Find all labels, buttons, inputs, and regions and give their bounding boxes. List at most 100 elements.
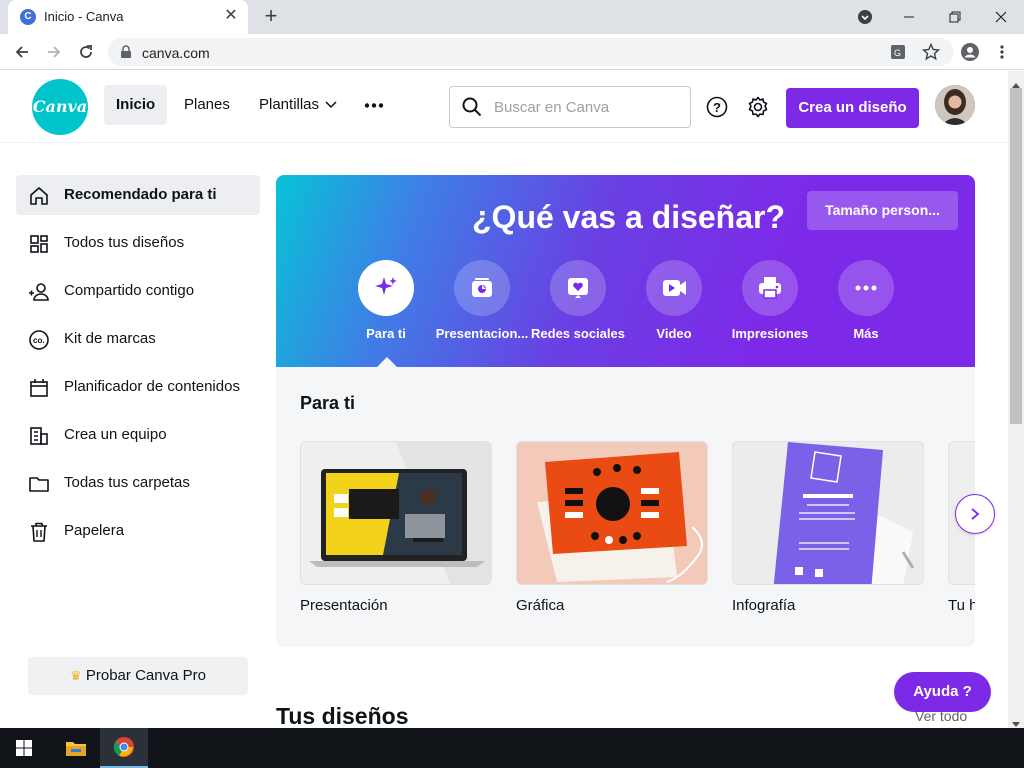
- reload-icon: [80, 45, 92, 58]
- grid-icon: [30, 235, 48, 253]
- building-icon: [30, 427, 48, 445]
- start-button[interactable]: [0, 728, 48, 768]
- canva-favicon-icon: C: [20, 9, 36, 25]
- nav-templates[interactable]: Plantillas: [247, 85, 351, 125]
- address-bar[interactable]: canva.com G: [108, 38, 954, 66]
- avatar-photo-icon: [935, 85, 975, 125]
- forward-button[interactable]: [42, 40, 66, 64]
- chrome-taskbar-button[interactable]: [100, 728, 148, 768]
- sidebar-item-trash[interactable]: Papelera: [16, 511, 260, 551]
- trash-icon: [31, 522, 47, 542]
- folder-icon: [29, 477, 49, 492]
- carousel-next-button[interactable]: [955, 494, 995, 534]
- browser-menu-button[interactable]: [990, 40, 1014, 64]
- template-card-infographic[interactable]: Infografía: [732, 441, 924, 614]
- star-icon[interactable]: [922, 43, 940, 61]
- sidebar-item-label: Planificador de contenidos: [64, 378, 240, 395]
- sidebar-item-brand-kit[interactable]: co. Kit de marcas: [16, 319, 260, 359]
- category-print[interactable]: Impresiones: [722, 260, 818, 341]
- search-input[interactable]: [494, 97, 674, 117]
- heart-icon: [568, 278, 588, 298]
- sidebar-item-label: Crea un equipo: [64, 426, 167, 443]
- tab-search-button[interactable]: [842, 0, 888, 34]
- nav-home[interactable]: Inicio: [104, 85, 168, 125]
- browser-tab[interactable]: C Inicio - Canva ✕: [8, 0, 248, 34]
- more-nav-button[interactable]: [352, 85, 396, 125]
- template-card-presentation[interactable]: Presentación: [300, 441, 492, 614]
- create-design-button[interactable]: Crea un diseño: [786, 88, 919, 128]
- minimize-button[interactable]: [886, 0, 932, 34]
- chrome-icon: [113, 737, 134, 757]
- page-scrollbar-thumb[interactable]: [1010, 88, 1022, 424]
- file-explorer-icon: [66, 742, 86, 756]
- presentation-icon: [472, 278, 492, 297]
- svg-text:co.: co.: [33, 336, 45, 345]
- canva-logo[interactable]: Canva: [32, 79, 88, 135]
- crown-icon: ♛: [70, 668, 82, 683]
- file-explorer-button[interactable]: [52, 728, 100, 768]
- sidebar-item-create-team[interactable]: Crea un equipo: [16, 415, 260, 455]
- for-you-title: Para ti: [300, 393, 356, 413]
- lock-icon: [121, 45, 131, 58]
- presentation-thumbnail: [300, 441, 492, 585]
- shared-users-icon: [29, 283, 49, 301]
- close-icon: [995, 11, 1007, 23]
- kebab-menu-icon: [1000, 45, 1004, 59]
- infographic-thumbnail: [732, 441, 924, 585]
- restore-button[interactable]: [932, 0, 978, 34]
- back-button[interactable]: [10, 40, 34, 64]
- reload-button[interactable]: [74, 40, 98, 64]
- card-label: Presentación: [300, 597, 388, 614]
- more-dots-icon: [364, 103, 384, 108]
- home-icon: [30, 187, 48, 205]
- url-text: canva.com: [142, 45, 210, 61]
- sidebar-item-folders[interactable]: Todas tus carpetas: [16, 463, 260, 503]
- card-label: Infografía: [732, 597, 796, 614]
- category-label: Video: [656, 326, 692, 341]
- custom-size-button[interactable]: Tamaño person...: [807, 191, 958, 230]
- profile-icon: [961, 43, 979, 61]
- chevron-down-circle-icon: [858, 10, 872, 24]
- category-presentations[interactable]: Presentacion...: [434, 260, 530, 341]
- help-button[interactable]: Ayuda ?: [894, 672, 991, 712]
- category-social-media[interactable]: Redes sociales: [530, 260, 626, 341]
- try-canva-pro-button[interactable]: ♛ Probar Canva Pro: [28, 657, 248, 695]
- search-box[interactable]: [449, 86, 691, 128]
- sidebar-item-shared[interactable]: Compartido contigo: [16, 271, 260, 311]
- close-window-button[interactable]: [978, 0, 1024, 34]
- windows-logo-icon: [16, 740, 32, 756]
- search-icon: [462, 97, 482, 117]
- canva-header: Canva Inicio Planes Plantillas ? Crea un…: [0, 71, 1008, 143]
- your-designs-title: Tus diseños: [276, 703, 409, 729]
- brand-kit-icon: co.: [29, 330, 49, 350]
- for-you-panel: Para ti Presentación Gráfica Infografía …: [276, 367, 975, 647]
- category-for-you[interactable]: Para ti: [338, 260, 434, 341]
- sidebar-item-label: Todos tus diseños: [64, 234, 185, 251]
- sidebar-item-content-planner[interactable]: Planificador de contenidos: [16, 367, 260, 407]
- sidebar-item-label: Recomendado para ti: [64, 186, 217, 203]
- template-card-graphic[interactable]: Gráfica: [516, 441, 708, 614]
- category-label: Presentacion...: [435, 326, 529, 341]
- printer-icon: [759, 277, 781, 299]
- sidebar-item-recommended[interactable]: Recomendado para ti: [16, 175, 260, 215]
- minimize-icon: [904, 16, 914, 18]
- arrow-left-icon: [15, 46, 28, 58]
- more-icon: [855, 285, 877, 291]
- chevron-down-icon: [325, 101, 337, 109]
- category-more[interactable]: Más: [818, 260, 914, 341]
- help-circle-button[interactable]: ?: [706, 96, 728, 123]
- restore-icon: [949, 11, 961, 23]
- sidebar-item-all-designs[interactable]: Todos tus diseños: [16, 223, 260, 263]
- translate-icon[interactable]: G: [890, 44, 906, 60]
- card-label: Gráfica: [516, 597, 565, 614]
- close-tab-icon[interactable]: ✕: [222, 7, 240, 25]
- category-video[interactable]: Video: [626, 260, 722, 341]
- nav-plans[interactable]: Planes: [172, 85, 242, 125]
- profile-button[interactable]: [958, 40, 982, 64]
- new-tab-button[interactable]: +: [259, 5, 283, 29]
- settings-button[interactable]: [747, 96, 769, 123]
- sidebar-item-label: Compartido contigo: [64, 282, 195, 299]
- user-avatar[interactable]: [935, 85, 975, 125]
- category-label: Más: [853, 326, 879, 341]
- banner-title: ¿Qué vas a diseñar?: [472, 199, 786, 235]
